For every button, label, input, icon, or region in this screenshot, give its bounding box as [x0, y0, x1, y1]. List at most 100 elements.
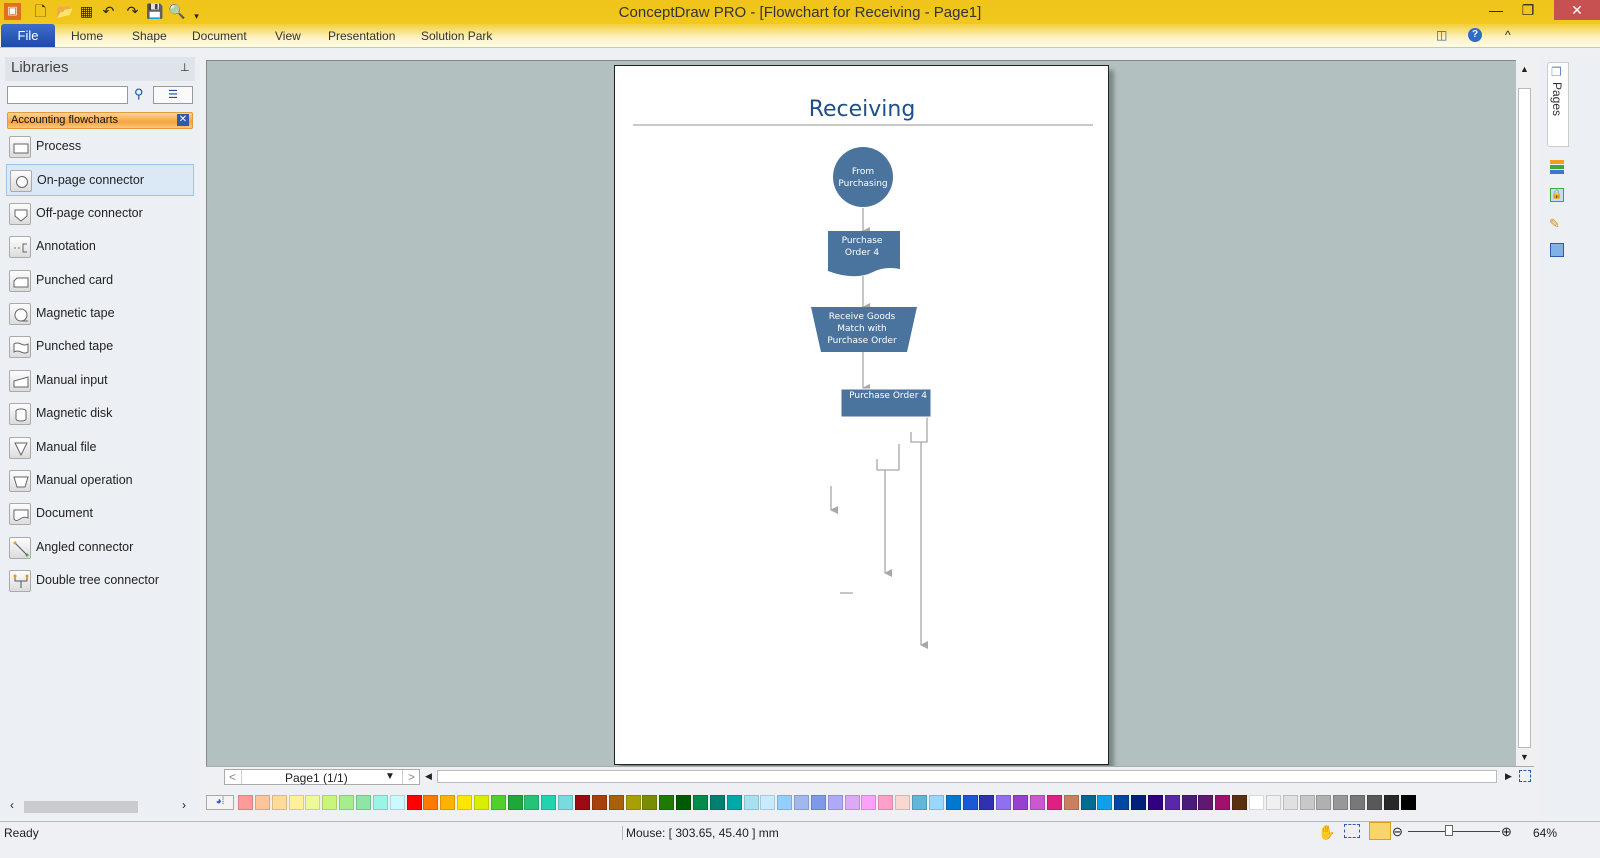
color-swatch[interactable] — [962, 795, 978, 810]
close-library-icon[interactable]: ✕ — [177, 114, 189, 126]
color-swatch[interactable] — [1383, 795, 1399, 810]
color-swatch[interactable] — [676, 795, 692, 810]
color-swatch[interactable] — [878, 795, 894, 810]
minimize-button[interactable]: — — [1480, 0, 1512, 20]
help-icon[interactable]: ? — [1468, 28, 1482, 42]
color-swatch[interactable] — [1131, 795, 1147, 810]
color-swatch[interactable] — [928, 795, 944, 810]
layers-icon[interactable] — [1550, 160, 1564, 174]
color-swatch[interactable] — [912, 795, 927, 810]
color-swatch[interactable] — [322, 795, 338, 810]
color-swatch[interactable] — [1198, 795, 1214, 810]
color-swatch[interactable] — [389, 795, 405, 810]
vertical-scroll-thumb[interactable] — [1518, 88, 1531, 748]
color-swatch[interactable] — [1249, 795, 1264, 810]
color-swatch[interactable] — [1114, 795, 1130, 810]
color-swatch[interactable] — [524, 795, 540, 810]
color-swatch[interactable] — [844, 795, 860, 810]
library-item[interactable]: Process — [6, 131, 194, 163]
scroll-left-icon[interactable]: ‹ — [10, 798, 14, 812]
page-selector[interactable]: Page1 (1/1) — [285, 771, 348, 785]
color-swatch[interactable] — [760, 795, 776, 810]
color-swatch[interactable] — [979, 795, 995, 810]
color-swatch[interactable] — [1282, 795, 1298, 810]
library-horizontal-scrollbar[interactable]: ‹ › — [8, 798, 192, 814]
library-item[interactable]: On-page connector — [6, 164, 194, 197]
lock-icon[interactable]: 🔒 — [1550, 188, 1564, 202]
library-item[interactable]: Punched tape — [6, 331, 194, 363]
prev-page-button[interactable]: < — [229, 770, 236, 784]
page-navigator[interactable]: < Page1 (1/1) ▼ > — [224, 769, 420, 785]
color-swatch[interactable] — [1400, 795, 1416, 810]
restore-button[interactable]: ❐ — [1512, 0, 1544, 20]
color-swatch[interactable] — [1063, 795, 1079, 810]
color-swatch[interactable] — [794, 795, 810, 810]
color-swatch[interactable] — [861, 795, 877, 810]
library-item[interactable]: Manual operation — [6, 465, 194, 497]
library-item[interactable]: Punched card — [6, 265, 194, 297]
color-swatch[interactable] — [1013, 795, 1029, 810]
color-swatch[interactable] — [1299, 795, 1315, 810]
color-swatch[interactable] — [1046, 795, 1062, 810]
color-swatch[interactable] — [1164, 795, 1180, 810]
scroll-right-icon[interactable]: ▶ — [1505, 771, 1512, 782]
color-swatch[interactable] — [591, 795, 607, 810]
zoom-out-icon[interactable]: ⊖ — [1392, 824, 1403, 840]
next-page-button[interactable]: > — [408, 770, 415, 784]
zoom-in-icon[interactable]: ⊕ — [1501, 824, 1512, 840]
color-swatch[interactable] — [1232, 795, 1248, 810]
fit-page-icon[interactable] — [1519, 770, 1531, 782]
library-item[interactable]: Document — [6, 498, 194, 530]
color-swatch[interactable] — [827, 795, 843, 810]
color-swatch[interactable] — [541, 795, 557, 810]
library-item[interactable]: Magnetic disk — [6, 398, 194, 430]
color-swatch[interactable] — [1265, 795, 1281, 810]
color-swatch[interactable] — [254, 795, 270, 810]
color-swatch[interactable] — [810, 795, 826, 810]
library-item[interactable]: Manual input — [6, 365, 194, 397]
color-swatch[interactable] — [1350, 795, 1366, 810]
collapse-ribbon-icon[interactable]: ^ — [1505, 28, 1511, 42]
page[interactable]: Receiving From Purchasing Purchase Order 4 R… — [614, 65, 1109, 765]
color-swatch[interactable] — [1097, 795, 1113, 810]
from-purchasing-connector[interactable] — [833, 147, 893, 207]
close-button[interactable]: ✕ — [1554, 0, 1600, 20]
color-swatch[interactable] — [659, 795, 675, 810]
scroll-left-icon[interactable]: ◀ — [425, 771, 432, 782]
library-item[interactable]: Manual file — [6, 432, 194, 464]
fill-mode-icon[interactable]: ◕⁞ — [206, 795, 234, 810]
color-swatch[interactable] — [575, 795, 590, 810]
scroll-down-icon[interactable]: ▼ — [1520, 752, 1529, 762]
color-swatch[interactable] — [473, 795, 489, 810]
tab-document[interactable]: Document — [192, 29, 247, 43]
color-swatch[interactable] — [490, 795, 506, 810]
tab-shape[interactable]: Shape — [132, 29, 167, 43]
horizontal-scroll-thumb[interactable] — [437, 770, 1497, 783]
color-swatch[interactable] — [423, 795, 439, 810]
pan-hand-icon[interactable]: ✋ — [1318, 824, 1335, 841]
library-search-input[interactable] — [7, 86, 128, 104]
color-swatch[interactable] — [507, 795, 523, 810]
color-swatch[interactable] — [1181, 795, 1197, 810]
color-swatch[interactable] — [642, 795, 658, 810]
connector-line[interactable] — [910, 417, 928, 443]
scroll-thumb[interactable] — [24, 801, 138, 813]
tab-solution-park[interactable]: Solution Park — [421, 29, 492, 43]
library-category[interactable]: Accounting flowcharts ✕ — [7, 112, 193, 129]
color-swatch[interactable] — [406, 795, 422, 810]
color-swatch[interactable] — [895, 795, 911, 810]
color-swatch[interactable] — [305, 795, 321, 810]
color-swatch[interactable] — [608, 795, 624, 810]
library-item[interactable]: Double tree connector — [6, 565, 194, 597]
page-dropdown-icon[interactable]: ▼ — [385, 771, 395, 782]
library-item[interactable]: Off-page connector — [6, 198, 194, 230]
color-swatch[interactable] — [1029, 795, 1045, 810]
color-swatch[interactable] — [1333, 795, 1349, 810]
color-swatch[interactable] — [238, 795, 253, 810]
color-swatch[interactable] — [1316, 795, 1332, 810]
fit-to-window-icon[interactable] — [1369, 822, 1391, 840]
library-tree-button[interactable]: ☰ — [153, 86, 193, 104]
color-swatch[interactable] — [726, 795, 742, 810]
color-swatch[interactable] — [1147, 795, 1163, 810]
color-swatch[interactable] — [625, 795, 641, 810]
